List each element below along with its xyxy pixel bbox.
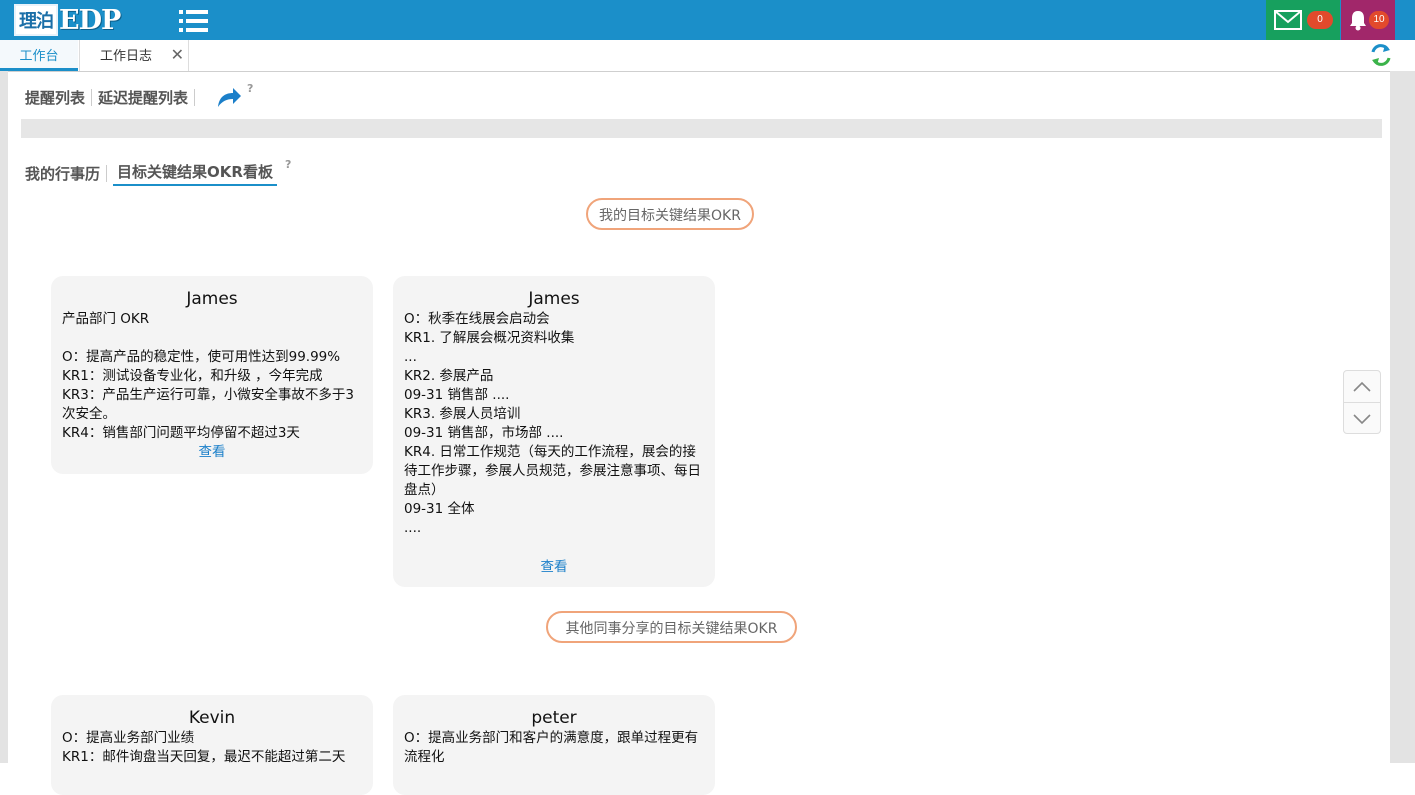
logo-edp: EDP: [59, 4, 121, 36]
card-line: KR1：邮件询盘当天回复，最迟不能超过第二天: [62, 749, 346, 765]
card-line: KR1. 了解展会概况资料收集: [404, 330, 575, 346]
my-okr-section-title: 我的目标关键结果OKR: [586, 198, 754, 230]
divider: [194, 88, 196, 106]
tab-workbench[interactable]: 工作台: [0, 40, 78, 71]
okr-card: James O：秋季在线展会启动会 KR1. 了解展会概况资料收集 ... KR…: [393, 276, 715, 587]
mail-icon: [1274, 10, 1302, 30]
reminder-list-link[interactable]: 提醒列表: [25, 87, 85, 108]
scroll-up-button[interactable]: [1344, 371, 1380, 402]
bell-icon: [1348, 9, 1368, 31]
view-link[interactable]: 查看: [393, 558, 715, 577]
tab-bar: 工作台 工作日志 ✕: [0, 40, 1415, 72]
mail-button[interactable]: 0: [1266, 0, 1340, 40]
card-line: 09-31 销售部 ....: [404, 387, 510, 403]
board-tabs: 我的行事历 目标关键结果OKR看板 ?: [25, 158, 291, 186]
reminder-content-strip: [21, 119, 1382, 138]
card-line: [62, 329, 362, 348]
card-line: ...: [404, 349, 417, 365]
frame-left: [0, 71, 8, 763]
card-line: KR4. 日常工作规范（每天的工作流程，展会的接待工作步骤，参展人员规范，参展注…: [404, 444, 701, 498]
help-icon[interactable]: ?: [247, 82, 253, 95]
notification-count-badge: 10: [1369, 11, 1389, 29]
help-icon[interactable]: ?: [285, 158, 291, 171]
card-line: 产品部门 OKR: [62, 311, 150, 327]
card-line: O：提高业务部门业绩: [62, 730, 195, 746]
reminder-links: 提醒列表 延迟提醒列表 ?: [25, 82, 253, 109]
tab-work-log-label: 工作日志: [100, 49, 153, 64]
scroll-down-button[interactable]: [1344, 402, 1380, 434]
card-line: O：提高业务部门和客户的满意度，跟单过程更有流程化: [404, 730, 699, 765]
card-owner-name: Kevin: [188, 708, 236, 728]
card-line: 09-31 销售部，市场部 ....: [404, 425, 564, 441]
card-line: KR3. 参展人员培训: [404, 406, 521, 422]
okr-card: Kevin O：提高业务部门业绩 KR1：邮件询盘当天回复，最迟不能超过第二天: [51, 695, 373, 795]
chevron-up-icon: [1353, 381, 1371, 392]
logo-chinese: 理泊: [14, 4, 58, 36]
divider: [106, 165, 108, 182]
okr-card: peter O：提高业务部门和客户的满意度，跟单过程更有流程化: [393, 695, 715, 795]
tab-work-log[interactable]: 工作日志 ✕: [79, 40, 189, 71]
card-owner-name: James: [528, 289, 580, 309]
delayed-reminder-list-link[interactable]: 延迟提醒列表: [98, 87, 188, 108]
divider: [91, 88, 93, 106]
shared-okr-section-title: 其他同事分享的目标关键结果OKR: [546, 611, 797, 643]
my-calendar-tab[interactable]: 我的行事历: [25, 163, 100, 184]
card-line: 09-31 全体: [404, 501, 475, 517]
mail-count-badge: 0: [1307, 11, 1333, 29]
frame-scrollbar-track[interactable]: [1390, 71, 1415, 763]
top-header: 理泊 EDP 0 10: [0, 0, 1415, 40]
share-arrow-icon[interactable]: [215, 85, 243, 109]
card-owner-name: James: [186, 289, 238, 309]
notification-button[interactable]: 10: [1341, 0, 1395, 40]
view-link[interactable]: 查看: [62, 443, 362, 462]
card-line: KR4：销售部门问题平均停留不超过3天: [62, 425, 300, 441]
okr-board-tab[interactable]: 目标关键结果OKR看板: [113, 161, 277, 186]
card-line: KR1：测试设备专业化，和升级 ，今年完成: [62, 368, 323, 384]
card-line: O：秋季在线展会启动会: [404, 311, 550, 327]
card-line: ....: [404, 520, 422, 536]
okr-card: James 产品部门 OKR O：提高产品的稳定性，使可用性达到99.99% K…: [51, 276, 373, 474]
menu-toggle-icon[interactable]: [178, 8, 210, 34]
close-icon[interactable]: ✕: [171, 38, 184, 71]
scroll-control: [1343, 370, 1381, 434]
card-line: O：提高产品的稳定性，使可用性达到99.99%: [62, 349, 341, 365]
card-line: KR3：产品生产运行可靠，小微安全事故不多于3次安全。: [62, 387, 354, 422]
card-owner-name: peter: [531, 708, 577, 728]
chevron-down-icon: [1353, 413, 1371, 424]
refresh-icon[interactable]: [1368, 42, 1394, 68]
card-line: KR2. 参展产品: [404, 368, 494, 384]
app-logo[interactable]: 理泊 EDP: [14, 4, 121, 36]
